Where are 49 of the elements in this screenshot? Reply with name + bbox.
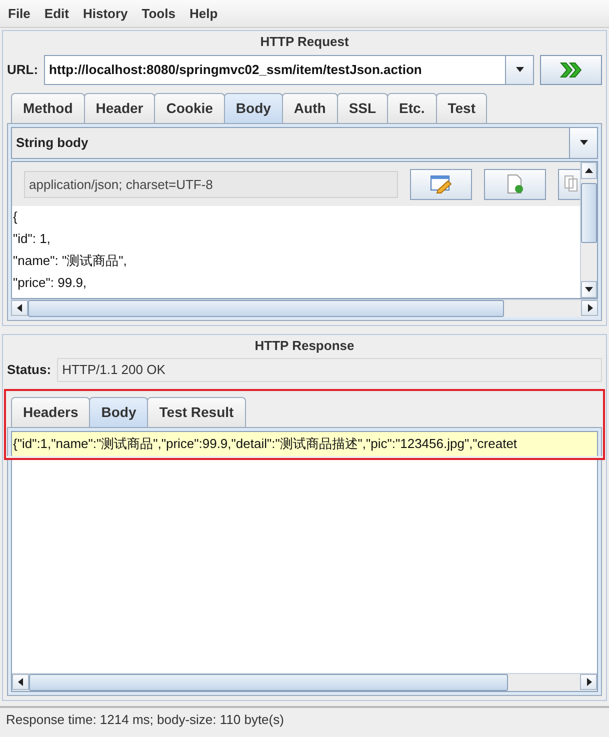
code-line: "name": "测试商品", (12, 252, 128, 270)
scroll-down-button[interactable] (581, 281, 597, 298)
content-type-field[interactable]: application/json; charset=UTF-8 (24, 170, 398, 198)
body-type-dropdown[interactable]: String body (11, 127, 598, 159)
scroll-up-button[interactable] (581, 162, 597, 179)
status-field: HTTP/1.1 200 OK (57, 358, 602, 382)
arrow-up-icon (584, 166, 594, 176)
menu-item[interactable]: Tools (142, 4, 176, 24)
menu-item[interactable]: Edit (44, 4, 69, 24)
code-line: { (12, 208, 18, 226)
url-label: URL: (7, 61, 38, 80)
tab[interactable]: Body (89, 397, 148, 427)
send-button[interactable] (540, 55, 602, 85)
menu-item[interactable]: File (8, 4, 30, 24)
url-field[interactable]: http://localhost:8080/springmvc02_ssm/item/testJson.action (44, 55, 534, 85)
tab[interactable]: Test Result (147, 397, 246, 427)
tab[interactable]: Etc. (387, 93, 437, 123)
tab[interactable]: Header (84, 93, 156, 123)
scroll-left-button[interactable] (12, 674, 29, 690)
dropdown-button[interactable] (569, 128, 597, 158)
scrollbar-thumb[interactable] (28, 300, 504, 317)
edit-button[interactable] (410, 168, 472, 200)
pages-icon (563, 174, 580, 194)
tab[interactable]: Body (224, 93, 283, 123)
menu-item[interactable]: History (82, 4, 128, 24)
arrow-down-icon (584, 284, 594, 294)
tab[interactable]: Method (11, 93, 85, 123)
code-line: "price": 99.9, (12, 274, 88, 292)
scroll-right-button[interactable] (581, 300, 598, 316)
load-file-button[interactable] (484, 168, 546, 200)
tab[interactable]: SSL (336, 93, 388, 123)
dropdown-button[interactable] (505, 56, 533, 84)
arrow-left-icon (14, 303, 24, 313)
status-label: Status: (7, 361, 52, 380)
code-line: "id": 1, (12, 230, 52, 248)
tab[interactable]: Auth (282, 93, 338, 123)
scroll-left-button[interactable] (11, 300, 28, 316)
scroll-right-button[interactable] (580, 674, 597, 690)
response-body-text: {"id":1,"name":"测试商品","price":99.9,"detail":"测试商品描述","pic":"123456.jpg","createt (12, 432, 597, 456)
menu-item[interactable]: Help (189, 4, 218, 24)
tab[interactable]: Headers (11, 397, 90, 427)
scrollbar-thumb[interactable] (581, 183, 597, 243)
arrow-left-icon (16, 677, 26, 687)
pencil-window-icon (430, 174, 452, 194)
tab[interactable]: Test (436, 93, 488, 123)
double-chevron-icon (560, 62, 582, 78)
scrollbar-thumb[interactable] (29, 674, 508, 691)
status-bar-text: Response time: 1214 ms; body-size: 110 byte(s) (0, 706, 609, 732)
tab[interactable]: Cookie (154, 93, 225, 123)
